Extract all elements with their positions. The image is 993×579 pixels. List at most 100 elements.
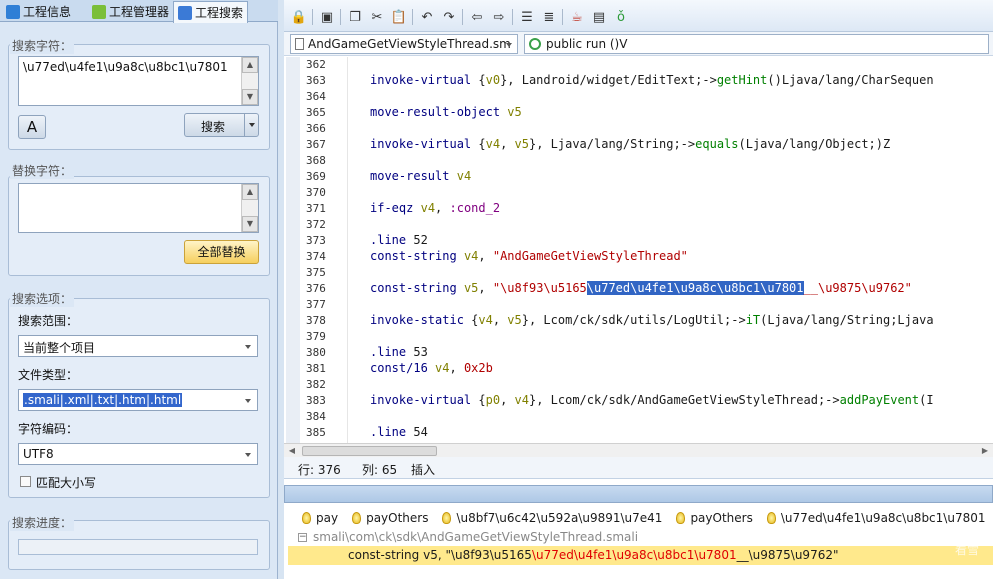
line-gutter: 362 363 364 365 366 367 368 369 370 371 372 373 374 3… <box>284 57 348 443</box>
file-select[interactable]: AndGameGetViewStyleThread.sm <box>290 34 518 54</box>
font-toggle-button[interactable]: A <box>18 115 46 139</box>
file-bar: AndGameGetViewStyleThread.sm public run … <box>284 32 993 56</box>
filetype-select[interactable]: .smali|.xml|.txt|.htm|.html <box>18 389 258 411</box>
search-input-scrollbar[interactable]: ▲ ▼ <box>241 57 258 105</box>
filetype-label: 文件类型： <box>18 368 79 382</box>
tab-project-info[interactable]: 工程信息 <box>2 1 75 22</box>
line-number: 376 <box>306 282 326 295</box>
redo-icon[interactable]: ↷ <box>440 9 458 26</box>
scroll-up-icon[interactable]: ▲ <box>242 57 258 73</box>
scroll-right-icon[interactable]: ▶ <box>979 445 991 457</box>
code-editor[interactable]: 362 363 364 365 366 367 368 369 370 371 372 373 374 3… <box>284 57 993 443</box>
line-number: 379 <box>306 330 326 343</box>
editor-toolbar: 🔒 ▣ ❐ ✂ 📋 ↶ ↷ ⇦ ⇨ ☰ ≣ ☕ ▤ ǒ <box>284 0 993 32</box>
line-number: 364 <box>306 90 326 103</box>
cut-icon[interactable]: ✂ <box>368 9 386 26</box>
tab-project-search[interactable]: 工程搜索 <box>173 1 249 23</box>
toolbar-separator <box>562 9 563 25</box>
scroll-down-icon[interactable]: ▼ <box>242 89 258 105</box>
tab-project-manager[interactable]: 工程管理器 <box>88 1 173 22</box>
android-icon[interactable]: ǒ <box>612 9 630 26</box>
line-number: 366 <box>306 122 326 135</box>
code-line[interactable]: invoke-virtual {v0}, Landroid/widget/Edi… <box>370 73 934 87</box>
forward-arrow-icon[interactable]: ⇨ <box>490 9 508 26</box>
line-number: 380 <box>306 346 326 359</box>
code-line[interactable]: .line 53 <box>370 345 428 359</box>
chevron-down-icon <box>245 453 251 457</box>
code-line[interactable]: .line 54 <box>370 425 428 439</box>
line-number: 368 <box>306 154 326 167</box>
line-number: 378 <box>306 314 326 327</box>
copy-icon[interactable]: ❐ <box>346 9 364 26</box>
code-line[interactable]: move-result-object v5 <box>370 105 522 119</box>
result-tab[interactable]: payOthers <box>676 507 753 529</box>
result-tab[interactable]: \u8bf7\u6c42\u592a\u9891\u7e41 <box>442 507 662 529</box>
toolbar-separator <box>340 9 341 25</box>
code-line[interactable]: invoke-virtual {v4, v5}, Ljava/lang/Stri… <box>370 137 890 151</box>
replace-input-scrollbar[interactable]: ▲ ▼ <box>241 184 258 232</box>
line-number: 375 <box>306 266 326 279</box>
result-match-text: const-string v5, "\u8f93\u5165\u77ed\u4f… <box>348 548 839 562</box>
scroll-up-icon[interactable]: ▲ <box>242 184 258 200</box>
save-icon[interactable]: ▣ <box>318 9 336 26</box>
undo-icon[interactable]: ↶ <box>418 9 436 26</box>
toolbar-separator <box>512 9 513 25</box>
result-file-node[interactable]: − smali\com\ck\sdk\AndGameGetViewStyleThr… <box>298 530 638 544</box>
code-line[interactable]: const-string v5, "\u8f93\u5165\u77ed\u4f… <box>370 281 912 295</box>
result-match-row[interactable]: const-string v5, "\u8f93\u5165\u77ed\u4f… <box>288 546 993 565</box>
replace-input[interactable]: ▲ ▼ <box>18 183 259 233</box>
replace-all-button[interactable]: 全部替换 <box>184 240 259 264</box>
code-line[interactable]: invoke-static {v4, v5}, Lcom/ck/sdk/util… <box>370 313 934 327</box>
code-line[interactable]: .line 52 <box>370 233 428 247</box>
back-arrow-icon[interactable]: ⇦ <box>468 9 486 26</box>
code-line[interactable]: const-string v4, "AndGameGetViewStyleThr… <box>370 249 688 263</box>
editor-panel: 🔒 ▣ ❐ ✂ 📋 ↶ ↷ ⇦ ⇨ ☰ ≣ ☕ ▤ ǒ AndGameGetVi… <box>284 0 993 579</box>
line-number: 362 <box>306 58 326 71</box>
search-dropdown[interactable] <box>244 114 258 136</box>
scope-select[interactable]: 当前整个项目 <box>18 335 258 357</box>
toolbar-separator <box>312 9 313 25</box>
watermark-logo: 看雪 <box>954 543 979 557</box>
code-line[interactable]: invoke-virtual {p0, v4}, Lcom/ck/sdk/And… <box>370 393 934 407</box>
chevron-down-icon <box>245 345 251 349</box>
toolbar-separator <box>412 9 413 25</box>
list-icon[interactable]: ≣ <box>540 9 558 26</box>
line-number: 373 <box>306 234 326 247</box>
java-icon[interactable]: ☕ <box>568 9 586 26</box>
code-line[interactable]: if-eqz v4, :cond_2 <box>370 201 500 215</box>
format-icon[interactable]: ☰ <box>518 9 536 26</box>
result-tab[interactable]: payOthers <box>352 507 428 529</box>
result-tab[interactable]: \u77ed\u4fe1\u9a8c\u8bc1\u7801 <box>766 507 985 529</box>
line-number: 370 <box>306 186 326 199</box>
line-number: 384 <box>306 410 326 423</box>
method-select[interactable]: public run ()V <box>524 34 989 54</box>
column-indicator: 列: 65 <box>362 463 398 477</box>
search-input[interactable]: \u77ed\u4fe1\u9a8c\u8bc1\u7801 ▲ ▼ <box>18 56 259 106</box>
lightbulb-icon <box>352 512 362 524</box>
result-tabs: pay payOthers \u8bf7\u6c42\u592a\u9891\u7e… <box>284 507 985 529</box>
paste-icon[interactable]: 📋 <box>390 9 408 26</box>
line-number: 377 <box>306 298 326 311</box>
scroll-thumb[interactable] <box>302 446 437 456</box>
result-tab[interactable]: pay <box>302 507 338 529</box>
search-results: pay payOthers \u8bf7\u6c42\u592a\u9891\u7e… <box>284 503 993 579</box>
chevron-down-icon <box>506 43 512 47</box>
insert-mode-indicator: 插入 <box>411 463 436 477</box>
scroll-left-icon[interactable]: ◀ <box>286 445 298 457</box>
line-number: 363 <box>306 74 326 87</box>
progress-group-label: 搜索进度： <box>10 514 75 531</box>
lock-icon[interactable]: 🔒 <box>290 9 308 26</box>
code-line[interactable]: move-result v4 <box>370 169 471 183</box>
scroll-down-icon[interactable]: ▼ <box>242 216 258 232</box>
line-number: 374 <box>306 250 326 263</box>
collapse-icon[interactable]: − <box>298 533 307 542</box>
editor-horizontal-scrollbar[interactable]: ◀ ▶ <box>284 443 993 457</box>
match-case-label: 匹配大小写 <box>36 476 97 490</box>
match-case-checkbox[interactable] <box>20 476 31 487</box>
search-button[interactable]: 搜索 <box>184 113 259 137</box>
line-number: 372 <box>306 218 326 231</box>
line-number: 382 <box>306 378 326 391</box>
encoding-select[interactable]: UTF8 <box>18 443 258 465</box>
code-line[interactable]: const/16 v4, 0x2b <box>370 361 493 375</box>
smali-file-icon[interactable]: ▤ <box>590 9 608 26</box>
